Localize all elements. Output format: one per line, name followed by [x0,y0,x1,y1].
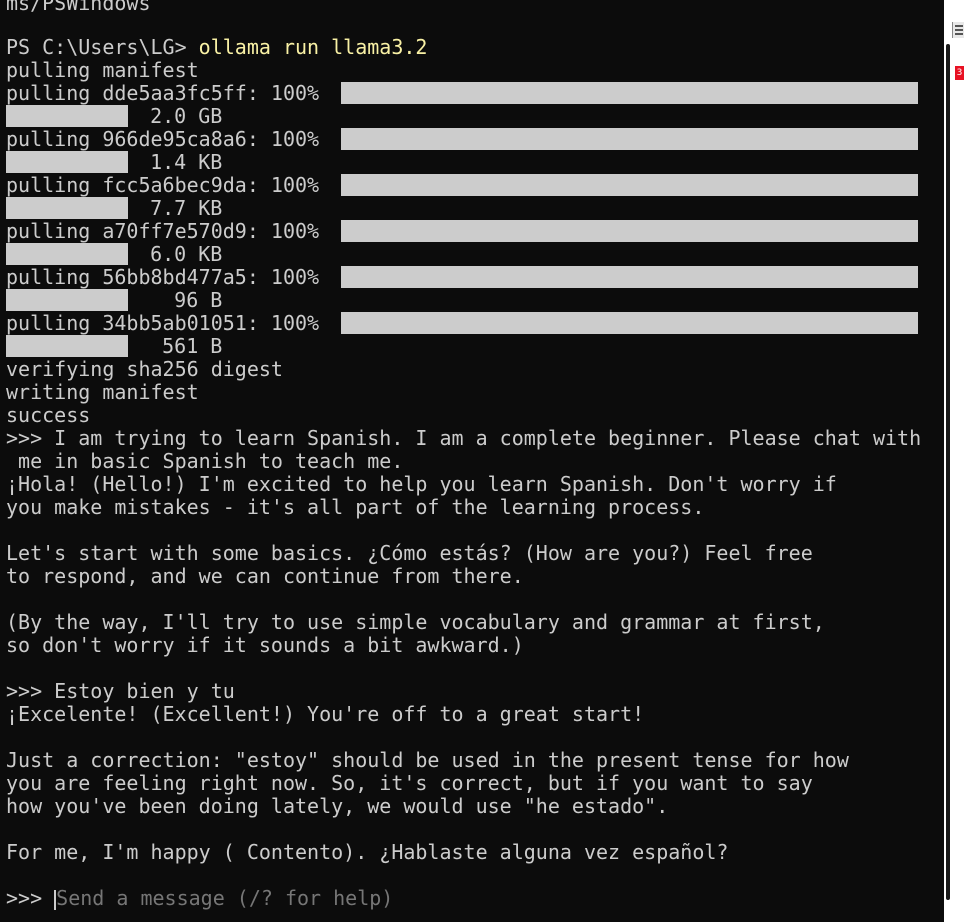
app-icon[interactable] [952,22,964,38]
assistant-reply-line: so don't worry if it sounds a bit awkwar… [6,633,524,657]
layer-size: 561 B [126,334,223,358]
assistant-reply-line: (By the way, I'll try to use simple voca… [6,610,825,634]
progress-bar [341,220,918,242]
progress-bar-continuation [6,105,128,127]
layer-pull-line: pulling 56bb8bd477a5: 100% [6,265,332,289]
terminal-window[interactable]: ms/PSWindows PS C:\Users\LG> ollama run … [0,0,944,922]
layer-pull-line: pulling 34bb5ab01051: 100% [6,311,332,335]
assistant-reply-line: ¡Hola! (Hello!) I'm excited to help you … [6,472,837,496]
user-message: >>> Estoy bien y tu [6,679,235,703]
progress-bar [341,174,918,196]
pulling-manifest-line: pulling manifest [6,58,199,82]
assistant-reply-line: Just a correction: "estoy" should be use… [6,748,849,772]
assistant-reply-line: you make mistakes - it's all part of the… [6,495,705,519]
progress-bar [341,266,918,288]
shell-prompt: PS C:\Users\LG> [6,35,199,59]
writing-manifest-line: writing manifest [6,380,199,404]
success-line: success [6,403,91,427]
verifying-line: verifying sha256 digest [6,357,283,381]
layer-size: 7.7 KB [126,196,223,220]
notification-badge: 3 [955,66,964,80]
assistant-reply-line: ¡Excelente! (Excellent!) You're off to a… [6,702,645,726]
assistant-reply-line: For me, I'm happy ( Contento). ¿Hablaste… [6,840,729,864]
progress-bar-continuation [6,197,128,219]
progress-bar-continuation [6,151,128,173]
assistant-reply-line: Let's start with some basics. ¿Cómo está… [6,541,813,565]
progress-bar [341,128,918,150]
layer-pull-line: pulling a70ff7e570d9: 100% [6,219,332,243]
progress-bar [341,82,918,104]
user-message-continuation: me in basic Spanish to teach me. [6,449,404,473]
command-line: PS C:\Users\LG> ollama run llama3.2 [6,36,427,59]
progress-bar-continuation [6,243,128,265]
layer-size: 6.0 KB [126,242,223,266]
progress-bar-continuation [6,289,128,311]
layer-pull-line: pulling 966de95ca8a6: 100% [6,127,332,151]
layer-size: 1.4 KB [126,150,223,174]
previous-output-fragment: ms/PSWindows [6,0,151,15]
scrollbar-thumb[interactable] [946,44,950,900]
assistant-reply-line: how you've been doing lately, we would u… [6,794,669,818]
progress-bar [341,312,918,334]
layer-pull-line: pulling fcc5a6bec9da: 100% [6,173,332,197]
assistant-reply-line: you are feeling right now. So, it's corr… [6,771,813,795]
user-message: >>> I am trying to learn Spanish. I am a… [6,426,922,450]
command-text: ollama run llama3.2 [198,35,428,59]
message-input[interactable]: >>> Send a message (/? for help) [6,887,393,910]
layer-size: 2.0 GB [126,104,223,128]
assistant-reply-line: to respond, and we can continue from the… [6,564,524,588]
layer-size: 96 B [126,288,223,312]
input-prompt: >>> [6,886,55,910]
input-placeholder: Send a message (/? for help) [56,886,394,910]
layer-pull-line: pulling dde5aa3fc5ff: 100% [6,81,332,105]
progress-bar-continuation [6,335,128,357]
